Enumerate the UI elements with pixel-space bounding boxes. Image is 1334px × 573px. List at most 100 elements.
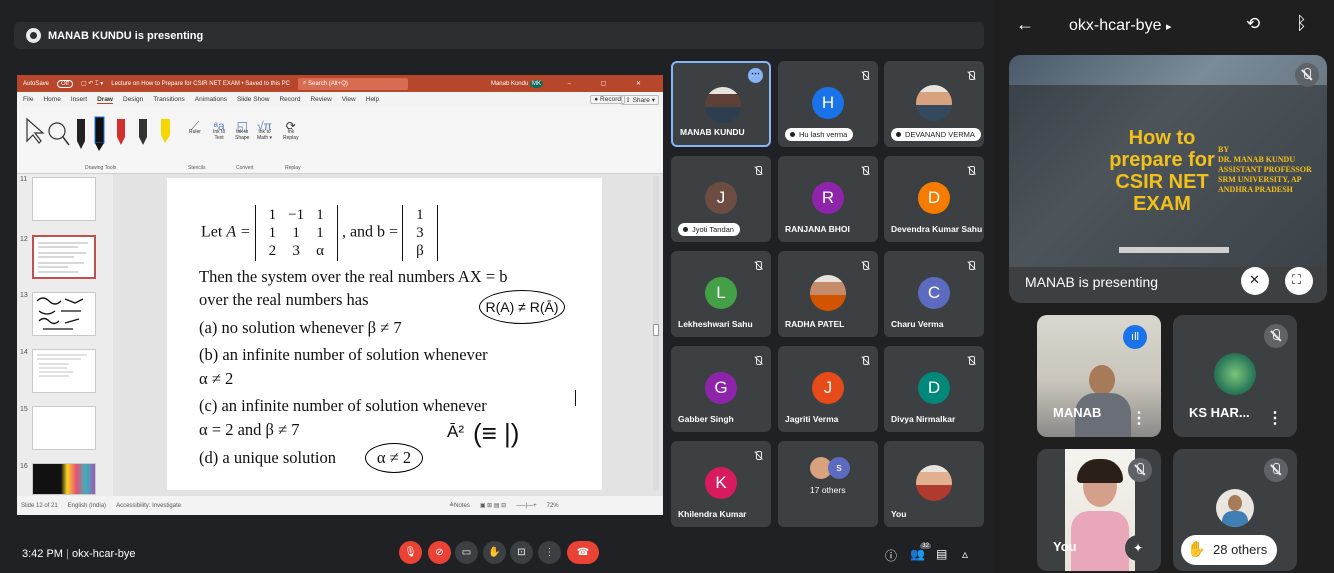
unpin-icon[interactable]: ✕ [1241, 267, 1269, 295]
mic-muted-icon [861, 261, 869, 271]
view-buttons[interactable]: ▣ ⊞ ▤ ⊟ [480, 502, 506, 509]
slide-thumbnail-selected[interactable] [32, 235, 96, 279]
avatar: H [812, 87, 844, 119]
camera-off-button[interactable]: ⊘ [428, 541, 451, 564]
menu-review[interactable]: Review [310, 96, 331, 103]
participant-tile[interactable]: J Jagriti Verma [778, 346, 878, 432]
slide-thumbnail[interactable] [32, 349, 96, 393]
menu-slide-show[interactable]: Slide Show [237, 96, 270, 103]
window-controls[interactable]: – ▢ ✕ [568, 80, 655, 87]
menu-view[interactable]: View [342, 96, 356, 103]
participant-tile[interactable]: L Lekheshwari Sahu [671, 251, 771, 337]
slide-editor: Let A = 1 −1 1 1 1 1 2 3 α , and b = 13β Then th… [113, 174, 663, 496]
ruler-button[interactable]: ⟋ Ruler [189, 120, 201, 135]
group-stencils: Stencils [188, 165, 206, 171]
slide-number: 11 [20, 176, 28, 183]
mic-muted-icon [754, 166, 762, 176]
ink-to-math-button[interactable]: √π Ink to Math ▾ [257, 120, 272, 141]
bluetooth-icon[interactable]: ᛒ [1296, 13, 1307, 34]
slide-thumbnail-panel: 11 12 13 14 15 16 [17, 174, 113, 496]
phone-tile-others[interactable]: ✋ 28 others [1173, 449, 1297, 571]
participant-tile[interactable]: s 17 others [778, 441, 878, 527]
ink-replay-button[interactable]: ⟳ Ink Replay [283, 120, 299, 141]
activities-icon[interactable]: ▵ [962, 547, 968, 561]
slide-thumbnail[interactable] [32, 406, 96, 450]
autosave-label[interactable]: AutoSave [23, 81, 49, 87]
accessibility[interactable]: Accessibility: Investigate [116, 503, 181, 509]
participant-tile[interactable]: K Khilendra Kumar [671, 441, 771, 527]
participant-name: Divya Nirmalkar [891, 414, 956, 424]
raise-hand-button[interactable]: ✋ [483, 541, 506, 564]
back-arrow-icon[interactable]: ← [1016, 14, 1034, 35]
participant-tile[interactable]: R RANJANA BHOI [778, 156, 878, 242]
more-options-button[interactable]: ⋮ [538, 541, 561, 564]
participant-tile[interactable]: D Devendra Kumar Sahu [884, 156, 984, 242]
phone-tile-ksharsh[interactable]: KS HAR... ⋮ [1173, 315, 1297, 437]
phone-top-bar: ← okx-hcar-bye ▸ ⟲ ᛒ [994, 0, 1334, 52]
presenting-text: MANAB KUNDU is presenting [48, 29, 204, 42]
menu-file[interactable]: File [23, 96, 33, 103]
mic-off-button[interactable]: 🎙 [399, 541, 422, 564]
participant-tile[interactable]: DEVANAND VERMA [884, 61, 984, 147]
meet-controls-bar: 3:42 PM | okx-hcar-bye 🎙 ⊘ ▭ ✋ ⊡ ⋮ ☎ ⓘ 👥… [0, 536, 994, 573]
notes-button[interactable]: ≙Notes [449, 502, 470, 509]
group-replay: Replay [285, 165, 301, 171]
switch-camera-icon[interactable]: ⟲ [1246, 14, 1260, 34]
participant-tile[interactable]: You [884, 441, 984, 527]
menu-record[interactable]: Record [279, 96, 300, 103]
menu-draw[interactable]: Draw [97, 96, 113, 104]
text-let: Let [201, 223, 223, 241]
participant-name: You [891, 509, 907, 519]
participant-tile[interactable]: G Gabber Singh [671, 346, 771, 432]
ppt-titlebar: AutoSave Off ▢ ↶ ⌶ ▾ Lecture on How to P… [17, 75, 663, 92]
avatar: J [812, 372, 844, 404]
menu-help[interactable]: Help [366, 96, 379, 103]
participant-tile[interactable]: ⋯ MANAB KUNDU [671, 61, 771, 147]
slide-thumbnail[interactable] [32, 463, 96, 495]
participant-tile[interactable]: D Divya Nirmalkar [884, 346, 984, 432]
zoom-slider[interactable]: –—|—+ [516, 503, 536, 509]
captions-button[interactable]: ▭ [455, 541, 478, 564]
fullscreen-icon[interactable]: ⛶ [1285, 267, 1313, 295]
participant-tile[interactable]: RADHA PATEL [778, 251, 878, 337]
end-call-button[interactable]: ☎ [567, 541, 599, 564]
slide-thumbnail[interactable] [32, 292, 96, 336]
participant-tile[interactable]: H Hu lash verma [778, 61, 878, 147]
phone-tile-manab[interactable]: ıll MANAB ⋮ [1037, 315, 1161, 437]
effects-icon[interactable]: ✦ [1125, 535, 1151, 561]
record-button[interactable]: ● Record [590, 95, 625, 104]
vertical-scrollbar[interactable] [653, 176, 659, 490]
slide-thumbnail[interactable] [32, 177, 96, 221]
ppt-search-box[interactable]: ⌕ Search (Alt+Q) [297, 77, 408, 90]
people-icon[interactable]: 👥 32 [910, 543, 931, 561]
others-pill[interactable]: ✋ 28 others [1181, 535, 1278, 565]
autosave-toggle[interactable]: Off [57, 79, 73, 88]
ppt-user[interactable]: Manab Kundu MK [491, 79, 543, 88]
phone-tile-you[interactable]: You ✦ [1037, 449, 1161, 571]
mic-muted-icon [967, 71, 975, 81]
menu-animations[interactable]: Animations [195, 96, 227, 103]
phone-meeting-code[interactable]: okx-hcar-bye ▸ [1069, 17, 1171, 35]
quick-access-icons[interactable]: ▢ ↶ ⌶ ▾ [81, 80, 103, 88]
chat-icon[interactable]: ▤ [936, 547, 947, 561]
tile-more-icon[interactable]: ⋮ [1267, 411, 1283, 427]
zoom-level[interactable]: 72% [547, 503, 559, 509]
tile-options-icon[interactable]: ⋯ [748, 68, 763, 83]
share-button[interactable]: ⇪ Share ▾ [621, 94, 659, 105]
menu-home[interactable]: Home [43, 96, 60, 103]
avatar: L [705, 277, 737, 309]
participant-tile[interactable]: C Charu Verma [884, 251, 984, 337]
pen-tools-icons[interactable] [21, 113, 191, 157]
tile-more-icon[interactable]: ⋮ [1131, 411, 1147, 427]
present-button[interactable]: ⊡ [510, 541, 533, 564]
option-b-line1: (b) an infinite number of solution whene… [199, 345, 488, 364]
ink-to-shape-button[interactable]: ◱ Ink to Shape [235, 120, 249, 141]
menu-insert[interactable]: Insert [71, 96, 87, 103]
info-icon[interactable]: ⓘ [885, 547, 897, 564]
menu-transitions[interactable]: Transitions [153, 96, 185, 103]
menu-design[interactable]: Design [123, 96, 143, 103]
phone-presentation-tile[interactable]: How to prepare for CSIR NET EXAM BY DR. M… [1009, 55, 1327, 303]
language[interactable]: English (India) [68, 503, 106, 509]
ink-to-text-button[interactable]: ᵃa Ink to Text [213, 120, 225, 141]
participant-tile[interactable]: J Jyoti Tandan [671, 156, 771, 242]
